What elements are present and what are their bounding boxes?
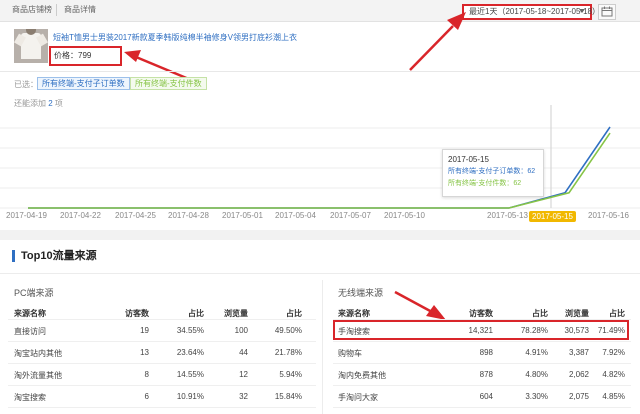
table-row-cell: 13: [140, 348, 149, 357]
chart-grid: [0, 127, 640, 209]
x-tick-label: 2017-05-16: [588, 211, 629, 220]
row-divider: [333, 363, 631, 364]
arrow-date-head: [447, 12, 466, 30]
pc-header-3: 浏览量: [224, 309, 248, 318]
x-tick-label: 2017-05-01: [222, 211, 263, 220]
tooltip-date: 2017-05-15: [448, 155, 489, 164]
row-divider: [333, 407, 631, 408]
pc-header-0: 来源名称: [14, 309, 46, 318]
table-row-cell: 878: [479, 370, 493, 379]
row-divider: [333, 341, 631, 342]
table-row-cell: 23.64%: [176, 348, 204, 357]
x-tick-label: 2017-04-28: [168, 211, 209, 220]
row-divider: [8, 319, 316, 320]
table-row-source-name[interactable]: 淘宝站内其他: [14, 348, 62, 359]
x-tick-label: 2017-05-04: [275, 211, 316, 220]
divider: [0, 71, 640, 72]
table-row-cell: 4.85%: [602, 392, 625, 401]
mobile-header-3: 浏览量: [565, 309, 589, 318]
highlight-row-box: [333, 320, 629, 340]
table-row-source-name[interactable]: 直接访问: [14, 326, 46, 337]
x-tick-label: 2017-05-07: [330, 211, 371, 220]
table-row-cell: 100: [234, 326, 248, 335]
pc-source-title: PC端来源: [14, 288, 54, 298]
arrow-price-head: [124, 50, 141, 62]
section-title: Top10流量来源: [12, 250, 97, 262]
x-tick-label: 2017-05-15: [529, 211, 576, 222]
chip-paid-suborders[interactable]: 所有终端-支付子订单数: [37, 77, 130, 90]
tooltip-line-suborders: 所有终端-支付子订单数：62: [448, 168, 536, 175]
table-row-cell: 4.82%: [602, 370, 625, 379]
table-row-cell: 32: [239, 392, 248, 401]
row-divider: [8, 341, 316, 342]
table-row-cell: 3.30%: [525, 392, 548, 401]
selected-label: 已选：: [14, 80, 38, 89]
table-row-cell: 49.50%: [274, 326, 302, 335]
mobile-header-2: 占比: [532, 309, 548, 318]
x-tick-label: 2017-04-25: [115, 211, 156, 220]
table-row-source-name[interactable]: 淘内免费其他: [338, 370, 386, 381]
table-row-cell: 19: [140, 326, 149, 335]
row-divider: [8, 385, 316, 386]
mobile-header-1: 访客数: [469, 309, 493, 318]
arrow-source-line: [394, 290, 433, 314]
table-row-cell: 21.78%: [274, 348, 302, 357]
table-row-cell: 2,075: [568, 392, 589, 401]
table-row-cell: 14.55%: [176, 370, 204, 379]
table-row-cell: 3,387: [568, 348, 589, 357]
mobile-header-4: 占比: [609, 309, 625, 318]
x-tick-label: 2017-05-13: [487, 211, 528, 220]
table-row-source-name[interactable]: 淘宝搜索: [14, 392, 46, 403]
table-row-source-name[interactable]: 购物车: [338, 348, 362, 359]
table-row-cell: 6: [144, 392, 149, 401]
table-row-cell: 4.91%: [525, 348, 548, 357]
table-row-cell: 12: [239, 370, 248, 379]
row-divider: [8, 407, 316, 408]
table-row-cell: 604: [479, 392, 493, 401]
column-divider: [322, 280, 323, 414]
table-row-cell: 15.84%: [274, 392, 302, 401]
pc-header-1: 访客数: [125, 309, 149, 318]
table-row-cell: 898: [479, 348, 493, 357]
tooltip-line-items: 所有终端-支付件数：62: [448, 180, 522, 187]
x-tick-label: 2017-04-19: [6, 211, 47, 220]
table-row-cell: 34.55%: [176, 326, 204, 335]
mobile-source-title: 无线端来源: [338, 288, 384, 298]
table-row-cell: 8: [144, 370, 149, 379]
row-divider: [8, 363, 316, 364]
arrow-source-head: [426, 305, 446, 320]
table-row-cell: 2,062: [568, 370, 589, 379]
table-row-cell: 7.92%: [602, 348, 625, 357]
table-row-source-name[interactable]: 手淘问大家: [338, 392, 378, 403]
pc-header-2: 占比: [188, 309, 204, 318]
trend-chart: [0, 105, 640, 209]
table-row-cell: 4.80%: [525, 370, 548, 379]
section-gap: [0, 230, 640, 240]
x-tick-label: 2017-04-22: [60, 211, 101, 220]
pc-header-4: 占比: [286, 309, 302, 318]
table-row-cell: 10.91%: [176, 392, 204, 401]
table-row-cell: 5.94%: [279, 370, 302, 379]
chart-tooltip: 2017-05-15 所有终端-支付子订单数：62 所有终端-支付件数：62: [442, 149, 544, 197]
arrow-date-line: [409, 25, 454, 71]
table-row-source-name[interactable]: 淘外流量其他: [14, 370, 62, 381]
x-tick-label: 2017-05-10: [384, 211, 425, 220]
mobile-header-0: 来源名称: [338, 309, 370, 318]
section-divider: [0, 273, 640, 274]
chip-paid-items[interactable]: 所有终端-支付件数: [130, 77, 207, 90]
row-divider: [333, 385, 631, 386]
table-row-cell: 44: [239, 348, 248, 357]
